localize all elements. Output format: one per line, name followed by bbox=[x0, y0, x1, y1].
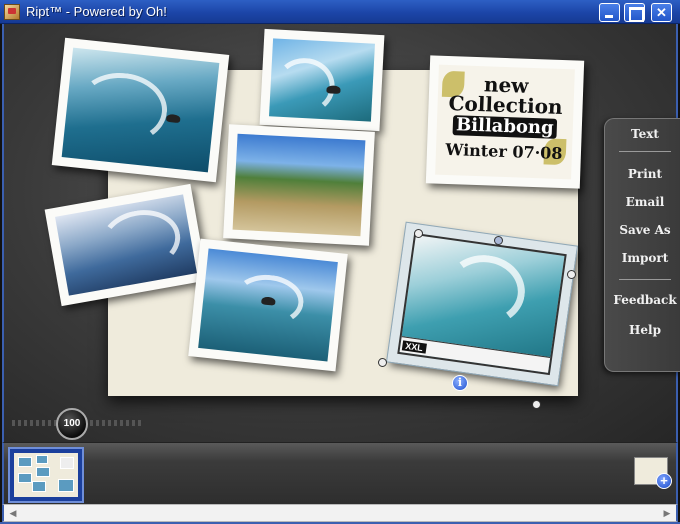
menu-item-feedback[interactable]: Feedback bbox=[609, 293, 680, 307]
photo-selected-xxl[interactable]: XXL bbox=[385, 221, 579, 387]
menu-item-text[interactable]: Text bbox=[609, 127, 680, 141]
menu-item-save-as[interactable]: Save As bbox=[609, 223, 680, 237]
card-headline: new Collection bbox=[448, 72, 564, 119]
resize-handle-bottom-right[interactable] bbox=[532, 400, 541, 409]
info-icon[interactable]: i bbox=[452, 375, 468, 391]
title-bar: Ript™ - Powered by Oh! ✕ bbox=[0, 0, 680, 24]
resize-handle-right[interactable] bbox=[567, 270, 576, 279]
billabong-logo: Billabong bbox=[452, 114, 557, 139]
add-page-plus-icon[interactable]: + bbox=[656, 473, 672, 489]
menu-divider bbox=[619, 279, 671, 280]
menu-divider bbox=[619, 151, 671, 152]
workspace: new Collection Billabong Winter 07·08 XX… bbox=[2, 24, 680, 442]
window-title: Ript™ - Powered by Oh! bbox=[26, 4, 167, 19]
page-thumbnail[interactable] bbox=[8, 447, 84, 503]
menu-item-email[interactable]: Email bbox=[609, 195, 680, 209]
minimize-icon bbox=[600, 4, 619, 21]
horizontal-scrollbar[interactable]: ◀ ▶ bbox=[2, 504, 678, 522]
menu-item-import[interactable]: Import bbox=[609, 251, 680, 265]
maximize-icon bbox=[625, 4, 644, 22]
close-icon: ✕ bbox=[656, 5, 667, 20]
menu-item-help[interactable]: Help bbox=[609, 323, 680, 337]
app-icon bbox=[4, 4, 20, 20]
billabong-collection-card[interactable]: new Collection Billabong Winter 07·08 bbox=[425, 55, 585, 189]
rotate-handle[interactable] bbox=[494, 236, 503, 245]
zoom-slider-knob[interactable]: 100 bbox=[56, 408, 88, 440]
photo-barrel-surfer[interactable] bbox=[259, 28, 385, 132]
resize-handle-top-left[interactable] bbox=[414, 229, 423, 238]
maximize-button[interactable] bbox=[624, 3, 645, 22]
menu-item-print[interactable]: Print bbox=[609, 167, 680, 181]
scroll-right-arrow-icon[interactable]: ▶ bbox=[660, 506, 674, 520]
card-season: Winter 07·08 bbox=[445, 139, 563, 164]
resize-handle-bottom-left[interactable] bbox=[378, 358, 387, 367]
photo-surfer-spray[interactable] bbox=[188, 238, 348, 372]
minimize-button[interactable] bbox=[599, 3, 620, 22]
photo-coastline[interactable] bbox=[223, 124, 375, 246]
photo-surfer-wave[interactable] bbox=[51, 37, 230, 183]
side-menu: Text Print Email Save As Import Feedback… bbox=[604, 118, 680, 372]
scroll-left-arrow-icon[interactable]: ◀ bbox=[6, 506, 20, 520]
close-button[interactable]: ✕ bbox=[651, 3, 672, 22]
page-filmstrip: + bbox=[2, 442, 678, 504]
